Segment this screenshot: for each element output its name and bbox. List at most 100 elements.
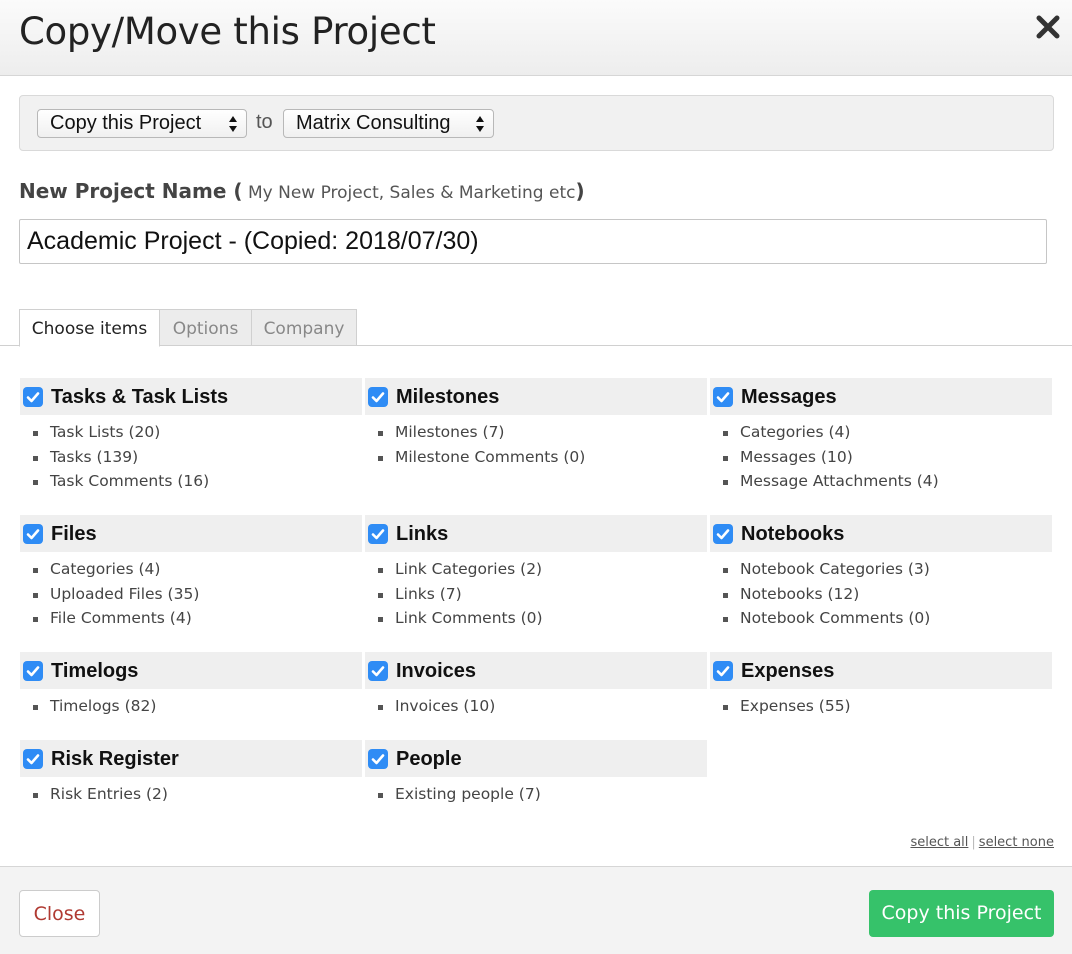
group-item: Links (7) (365, 584, 543, 609)
group-checkbox[interactable] (713, 661, 733, 681)
tab-choose-items[interactable]: Choose items (19, 309, 160, 347)
copy-mode-select[interactable]: Copy this Project (37, 109, 247, 138)
group-item: Message Attachments (4) (710, 471, 939, 496)
group-header: Links (365, 515, 707, 552)
group-item-list: Categories (4) Messages (10) Message Attac… (710, 422, 939, 496)
group-item: Risk Entries (2) (20, 784, 168, 809)
selection-separator: | (971, 835, 976, 850)
group-item-list: Existing people (7) (365, 784, 541, 809)
group-item-list: Timelogs (82) (20, 696, 156, 721)
group-title: Invoices (396, 660, 477, 682)
checkmark-icon (716, 529, 730, 540)
copy-mode-bar: Copy this Project to Matrix Consulting (19, 95, 1054, 151)
group-checkbox[interactable] (23, 524, 43, 544)
group-title: Tasks & Task Lists (51, 386, 229, 408)
group-header: Files (20, 515, 362, 552)
checkmark-icon (26, 754, 40, 765)
copy-project-button[interactable]: Copy this Project (869, 890, 1054, 937)
group-item: Notebook Categories (3) (710, 559, 930, 584)
group-item-list: Milestones (7) Milestone Comments (0) (365, 422, 585, 471)
group-item: Task Lists (20) (20, 422, 209, 447)
group-item: Task Comments (16) (20, 471, 209, 496)
group-header: Messages (710, 378, 1052, 415)
group-item: Categories (4) (20, 559, 199, 584)
select-none-link[interactable]: select none (979, 835, 1054, 850)
checkmark-icon (371, 666, 385, 677)
group-header: Expenses (710, 652, 1052, 689)
group-item: Categories (4) (710, 422, 939, 447)
group-header: Invoices (365, 652, 707, 689)
project-name-hint: My New Project, Sales & Marketing etc (242, 183, 576, 203)
dialog-footer: Close Copy this Project (0, 866, 1072, 954)
checkmark-icon (716, 666, 730, 677)
select-all-link[interactable]: select all (910, 835, 968, 850)
group-header: Tasks & Task Lists (20, 378, 362, 415)
project-name-hint-open: ( (233, 179, 243, 203)
group-item-list: Task Lists (20) Tasks (139) Task Comments … (20, 422, 209, 496)
group-item-list: Expenses (55) (710, 696, 851, 721)
checkmark-icon (26, 529, 40, 540)
group-header: Milestones (365, 378, 707, 415)
select-arrows-icon (476, 116, 484, 132)
project-name-label: New Project Name ( My New Project, Sales… (19, 179, 585, 203)
group-title: Links (396, 523, 449, 545)
copy-mode-select-value: Copy this Project (50, 112, 202, 134)
group-item-list: Notebook Categories (3) Notebooks (12) Not… (710, 559, 930, 633)
project-name-input[interactable] (19, 219, 1047, 264)
group-checkbox[interactable] (368, 749, 388, 769)
group-checkbox[interactable] (23, 387, 43, 407)
close-icon[interactable] (1035, 14, 1061, 40)
group-item: Invoices (10) (365, 696, 495, 721)
group-item: File Comments (4) (20, 608, 199, 633)
project-name-label-text: New Project Name (19, 179, 227, 203)
group-item: Existing people (7) (365, 784, 541, 809)
group-header: People (365, 740, 707, 777)
target-company-select-value: Matrix Consulting (296, 112, 451, 134)
to-label: to (256, 111, 273, 133)
checkmark-icon (371, 754, 385, 765)
close-button[interactable]: Close (19, 890, 100, 937)
group-header: Risk Register (20, 740, 362, 777)
group-item: Milestone Comments (0) (365, 447, 585, 472)
group-checkbox[interactable] (368, 661, 388, 681)
checkmark-icon (371, 529, 385, 540)
group-title: People (396, 748, 462, 770)
tab-company[interactable]: Company (251, 309, 357, 346)
selection-links: select all | select none (910, 835, 1054, 850)
dialog-title: Copy/Move this Project (19, 10, 436, 53)
checkmark-icon (371, 392, 385, 403)
select-arrows-icon (229, 116, 237, 132)
group-item-list: Invoices (10) (365, 696, 495, 721)
dialog-header: Copy/Move this Project (0, 0, 1072, 76)
tab-options[interactable]: Options (159, 309, 252, 346)
group-item: Messages (10) (710, 447, 939, 472)
group-item: Expenses (55) (710, 696, 851, 721)
group-title: Files (51, 523, 97, 545)
group-checkbox[interactable] (713, 524, 733, 544)
group-item: Link Comments (0) (365, 608, 543, 633)
group-item: Timelogs (82) (20, 696, 156, 721)
target-company-select[interactable]: Matrix Consulting (283, 109, 494, 138)
group-item: Link Categories (2) (365, 559, 543, 584)
group-title: Messages (741, 386, 837, 408)
group-item: Notebooks (12) (710, 584, 930, 609)
group-checkbox[interactable] (713, 387, 733, 407)
group-item-list: Risk Entries (2) (20, 784, 168, 809)
group-item-list: Categories (4) Uploaded Files (35) File Co… (20, 559, 199, 633)
group-header: Timelogs (20, 652, 362, 689)
group-checkbox[interactable] (23, 749, 43, 769)
group-item: Uploaded Files (35) (20, 584, 199, 609)
group-item: Notebook Comments (0) (710, 608, 930, 633)
group-item-list: Link Categories (2) Links (7) Link Comment… (365, 559, 543, 633)
group-checkbox[interactable] (368, 524, 388, 544)
group-checkbox[interactable] (23, 661, 43, 681)
checkmark-icon (26, 392, 40, 403)
checkmark-icon (716, 392, 730, 403)
project-name-hint-close: ) (575, 179, 585, 203)
checkmark-icon (26, 666, 40, 677)
group-checkbox[interactable] (368, 387, 388, 407)
group-item: Tasks (139) (20, 447, 209, 472)
group-title: Milestones (396, 386, 500, 408)
group-item: Milestones (7) (365, 422, 585, 447)
group-title: Expenses (741, 660, 835, 682)
